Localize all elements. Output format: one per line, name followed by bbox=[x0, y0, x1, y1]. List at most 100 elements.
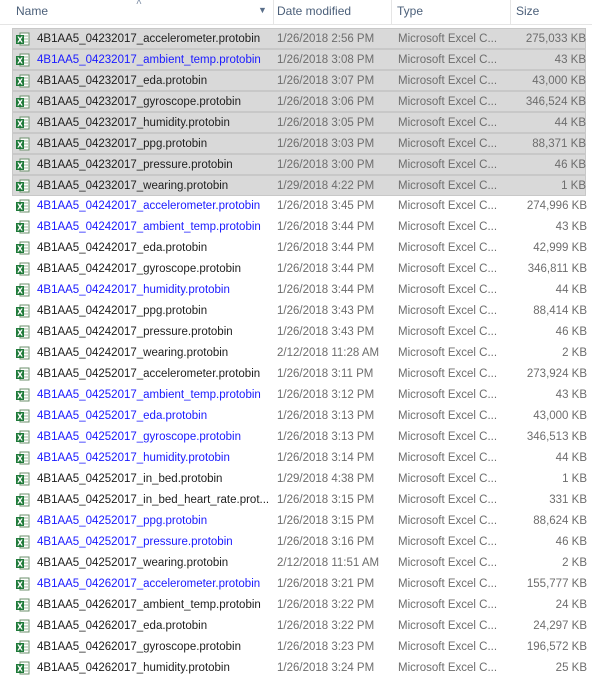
file-row[interactable]: X 4B1AA5_04232017_humidity.protobin 1/26/2… bbox=[12, 112, 586, 133]
svg-text:X: X bbox=[17, 560, 23, 569]
file-row[interactable]: X 4B1AA5_04252017_ppg.protobin 1/26/2018 3… bbox=[0, 511, 592, 532]
file-row[interactable]: X 4B1AA5_04232017_wearing.protobin 1/29/20… bbox=[12, 175, 586, 196]
svg-text:X: X bbox=[17, 623, 23, 632]
svg-text:X: X bbox=[17, 57, 23, 66]
file-row[interactable]: X 4B1AA5_04252017_pressure.protobin 1/26/2… bbox=[0, 532, 592, 553]
svg-text:X: X bbox=[17, 308, 23, 317]
file-row[interactable]: X 4B1AA5_04252017_gyroscope.protobin 1/26/… bbox=[0, 427, 592, 448]
svg-text:X: X bbox=[17, 581, 23, 590]
file-type: Microsoft Excel C... bbox=[398, 242, 498, 254]
file-date-modified: 1/26/2018 3:06 PM bbox=[277, 96, 375, 108]
file-name: 4B1AA5_04242017_ambient_temp.protobin bbox=[37, 221, 261, 233]
file-type: Microsoft Excel C... bbox=[398, 221, 498, 233]
file-date-modified: 1/26/2018 3:08 PM bbox=[277, 54, 375, 66]
column-header-type[interactable]: Type bbox=[393, 0, 511, 24]
file-date-modified: 1/26/2018 3:15 PM bbox=[277, 515, 375, 527]
file-row[interactable]: X 4B1AA5_04242017_wearing.protobin 2/12/20… bbox=[0, 343, 592, 364]
column-header-date-modified[interactable]: Date modified bbox=[273, 0, 391, 24]
file-size: 275,033 KB bbox=[525, 33, 586, 45]
file-row[interactable]: X 4B1AA5_04242017_humidity.protobin 1/26/2… bbox=[0, 280, 592, 301]
file-date-modified: 1/26/2018 3:14 PM bbox=[277, 452, 375, 464]
file-row[interactable]: X 4B1AA5_04232017_eda.protobin 1/26/2018 3… bbox=[12, 70, 586, 91]
file-name: 4B1AA5_04262017_eda.protobin bbox=[37, 620, 208, 632]
file-row[interactable]: X 4B1AA5_04242017_ambient_temp.protobin 1/… bbox=[0, 217, 592, 238]
excel-csv-file-icon: X bbox=[16, 388, 30, 402]
file-row[interactable]: X 4B1AA5_04252017_in_bed.protobin 1/29/201… bbox=[0, 469, 592, 490]
file-row[interactable]: X 4B1AA5_04252017_ambient_temp.protobin 1/… bbox=[0, 385, 592, 406]
file-date-modified: 1/26/2018 3:13 PM bbox=[277, 410, 375, 422]
file-row[interactable]: X 4B1AA5_04252017_wearing.protobin 2/12/20… bbox=[0, 553, 592, 574]
file-type: Microsoft Excel C... bbox=[398, 662, 498, 674]
file-row[interactable]: X 4B1AA5_04232017_pressure.protobin 1/26/2… bbox=[12, 154, 586, 175]
file-date-modified: 1/26/2018 2:56 PM bbox=[277, 33, 375, 45]
column-divider[interactable] bbox=[510, 0, 511, 24]
file-date-modified: 1/26/2018 3:00 PM bbox=[277, 159, 375, 171]
file-row[interactable]: X 4B1AA5_04252017_eda.protobin 1/26/2018 3… bbox=[0, 406, 592, 427]
file-row[interactable]: X 4B1AA5_04262017_accelerometer.protobin 1… bbox=[0, 574, 592, 595]
file-name: 4B1AA5_04252017_pressure.protobin bbox=[37, 536, 233, 548]
file-type: Microsoft Excel C... bbox=[398, 620, 498, 632]
file-size: 46 KB bbox=[554, 159, 586, 171]
excel-csv-file-icon: X bbox=[16, 179, 30, 193]
file-type: Microsoft Excel C... bbox=[398, 33, 498, 45]
file-date-modified: 1/29/2018 4:38 PM bbox=[277, 473, 375, 485]
svg-text:X: X bbox=[17, 224, 23, 233]
column-header-size[interactable]: Size bbox=[512, 0, 592, 24]
file-name: 4B1AA5_04252017_accelerometer.protobin bbox=[37, 368, 261, 380]
file-type: Microsoft Excel C... bbox=[398, 159, 498, 171]
file-type: Microsoft Excel C... bbox=[398, 326, 498, 338]
excel-csv-file-icon: X bbox=[16, 95, 30, 109]
column-header-type-label: Type bbox=[397, 4, 424, 18]
file-type: Microsoft Excel C... bbox=[398, 263, 498, 275]
file-row[interactable]: X 4B1AA5_04252017_humidity.protobin 1/26/2… bbox=[0, 448, 592, 469]
file-row[interactable]: X 4B1AA5_04232017_accelerometer.protobin 1… bbox=[12, 28, 586, 49]
file-name: 4B1AA5_04252017_gyroscope.protobin bbox=[37, 431, 241, 443]
file-name: 4B1AA5_04262017_accelerometer.protobin bbox=[37, 578, 261, 590]
file-date-modified: 1/26/2018 3:43 PM bbox=[277, 305, 375, 317]
file-row[interactable]: X 4B1AA5_04232017_ambient_temp.protobin 1/… bbox=[12, 49, 586, 70]
file-row[interactable]: X 4B1AA5_04242017_ppg.protobin 1/26/2018 3… bbox=[0, 301, 592, 322]
file-size: 46 KB bbox=[555, 326, 587, 338]
svg-text:X: X bbox=[17, 203, 23, 212]
file-date-modified: 1/26/2018 3:44 PM bbox=[277, 221, 375, 233]
file-row[interactable]: X 4B1AA5_04252017_in_bed_heart_rate.prot.… bbox=[0, 490, 592, 511]
file-row[interactable]: X 4B1AA5_04262017_eda.protobin 1/26/2018 3… bbox=[0, 616, 592, 637]
chevron-down-icon[interactable]: ▼ bbox=[258, 5, 267, 15]
excel-csv-file-icon: X bbox=[16, 116, 30, 130]
file-row[interactable]: X 4B1AA5_04242017_accelerometer.protobin 1… bbox=[0, 196, 592, 217]
file-size: 1 KB bbox=[562, 473, 587, 485]
file-row[interactable]: X 4B1AA5_04242017_gyroscope.protobin 1/26/… bbox=[0, 259, 592, 280]
excel-csv-file-icon: X bbox=[16, 199, 30, 213]
excel-csv-file-icon: X bbox=[16, 640, 30, 654]
file-size: 274,996 KB bbox=[526, 200, 587, 212]
file-size: 88,371 KB bbox=[532, 138, 586, 150]
excel-csv-file-icon: X bbox=[16, 220, 30, 234]
file-row[interactable]: X 4B1AA5_04232017_ppg.protobin 1/26/2018 3… bbox=[12, 133, 586, 154]
file-row[interactable]: X 4B1AA5_04262017_ambient_temp.protobin 1/… bbox=[0, 595, 592, 616]
file-row[interactable]: X 4B1AA5_04262017_humidity.protobin 1/26/2… bbox=[0, 658, 592, 679]
column-divider[interactable] bbox=[391, 0, 392, 24]
file-row[interactable]: X 4B1AA5_04262017_gyroscope.protobin 1/26/… bbox=[0, 637, 592, 658]
file-type: Microsoft Excel C... bbox=[398, 138, 498, 150]
file-name: 4B1AA5_04252017_in_bed.protobin bbox=[37, 473, 223, 485]
file-row[interactable]: X 4B1AA5_04242017_eda.protobin 1/26/2018 3… bbox=[0, 238, 592, 259]
file-type: Microsoft Excel C... bbox=[398, 494, 498, 506]
svg-text:X: X bbox=[17, 78, 23, 87]
column-header-name[interactable]: Name bbox=[12, 0, 274, 24]
file-row[interactable]: X 4B1AA5_04232017_gyroscope.protobin 1/26/… bbox=[12, 91, 586, 112]
column-header-bar: Name ˄ ▼ Date modified Type Size bbox=[0, 0, 592, 25]
file-date-modified: 1/26/2018 3:21 PM bbox=[277, 578, 375, 590]
file-type: Microsoft Excel C... bbox=[398, 117, 498, 129]
file-size: 46 KB bbox=[555, 536, 587, 548]
excel-csv-file-icon: X bbox=[16, 53, 30, 67]
file-date-modified: 1/26/2018 3:24 PM bbox=[277, 662, 375, 674]
file-size: 88,624 KB bbox=[533, 515, 587, 527]
file-row[interactable]: X 4B1AA5_04252017_accelerometer.protobin 1… bbox=[0, 364, 592, 385]
file-row[interactable]: X 4B1AA5_04242017_pressure.protobin 1/26/2… bbox=[0, 322, 592, 343]
svg-text:X: X bbox=[17, 162, 23, 171]
file-date-modified: 1/26/2018 3:03 PM bbox=[277, 138, 375, 150]
svg-text:X: X bbox=[17, 392, 23, 401]
file-type: Microsoft Excel C... bbox=[398, 54, 498, 66]
column-header-size-label: Size bbox=[516, 4, 540, 18]
file-type: Microsoft Excel C... bbox=[398, 599, 498, 611]
